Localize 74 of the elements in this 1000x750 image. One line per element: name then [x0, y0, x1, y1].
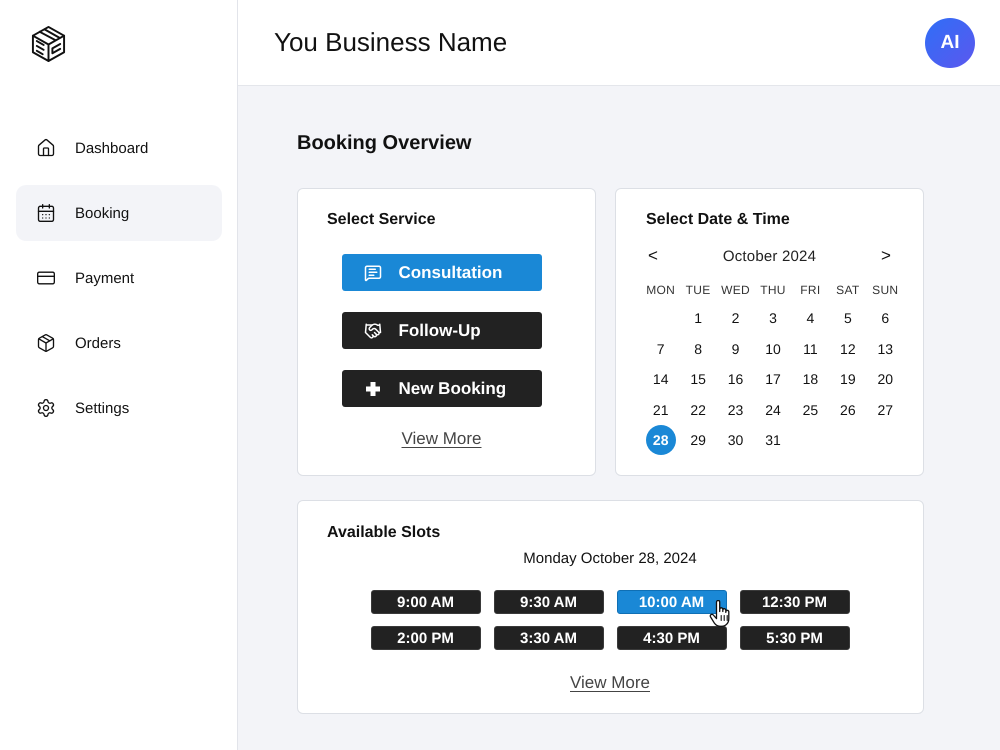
- calendar-day[interactable]: 5: [832, 303, 863, 334]
- sidebar-item[interactable]: Orders: [16, 315, 222, 371]
- weekday-label: MON: [646, 283, 676, 297]
- calendar-day[interactable]: 27: [870, 394, 900, 425]
- calendar-day[interactable]: 25: [795, 394, 826, 425]
- calendar-day[interactable]: 24: [758, 394, 788, 425]
- calendar-day[interactable]: 23: [720, 394, 751, 425]
- weekday-label: WED: [721, 283, 750, 297]
- time-slot-button[interactable]: 2:00 PM: [370, 626, 480, 650]
- weekday-label: SUN: [872, 283, 898, 297]
- calendar-day[interactable]: 1: [683, 303, 714, 334]
- calendar-day[interactable]: 16: [720, 364, 751, 394]
- calendar-day[interactable]: 18: [795, 364, 826, 394]
- time-slot-button[interactable]: 10:00 AM: [616, 590, 726, 614]
- calendar-day[interactable]: 19: [832, 364, 863, 394]
- calendar-day[interactable]: 31: [758, 425, 788, 456]
- sidebar-item[interactable]: Booking: [16, 185, 222, 241]
- service-button[interactable]: New Booking: [342, 370, 542, 407]
- calendar-day[interactable]: 29: [683, 425, 714, 456]
- calendar-day[interactable]: 17: [758, 364, 788, 394]
- calendar-day[interactable]: 8: [683, 334, 714, 364]
- cube-icon: [30, 25, 67, 62]
- time-slot-button[interactable]: 4:30 PM: [616, 626, 726, 650]
- weekday-label: THU: [760, 283, 786, 297]
- card-title: Available Slots: [327, 524, 440, 542]
- view-more-link[interactable]: View More: [402, 429, 482, 449]
- time-slot-button[interactable]: 5:30 PM: [740, 626, 850, 650]
- calendar-day[interactable]: 9: [720, 334, 751, 364]
- sidebar-item[interactable]: Dashboard: [16, 120, 222, 176]
- calendar-day[interactable]: 15: [683, 364, 714, 394]
- chat-icon: [364, 264, 382, 282]
- card-title: Select Service: [327, 211, 436, 229]
- sidebar-item[interactable]: Payment: [16, 250, 222, 306]
- sidebar-item[interactable]: Settings: [16, 380, 222, 436]
- next-month-button[interactable]: >: [879, 246, 893, 266]
- selected-date: Monday October 28, 2024: [523, 550, 697, 568]
- house-icon: [36, 138, 56, 158]
- time-slot-button[interactable]: 12:30 PM: [740, 590, 850, 614]
- card-title: Select Date & Time: [646, 211, 790, 229]
- page-title: Booking Overview: [297, 131, 472, 155]
- time-slot-button[interactable]: 3:30 AM: [494, 626, 604, 650]
- settings-icon: [36, 398, 56, 418]
- service-button[interactable]: Consultation: [342, 254, 542, 291]
- previous-month-button[interactable]: <: [646, 246, 660, 266]
- calendar-day[interactable]: 3: [758, 303, 788, 334]
- plus-icon: [364, 380, 382, 398]
- calendar-day[interactable]: 2: [720, 303, 751, 334]
- calendar-day[interactable]: 14: [646, 364, 676, 394]
- weekday-label: SAT: [836, 283, 860, 297]
- month-label: October 2024: [722, 248, 816, 264]
- calendar-day[interactable]: 6: [870, 303, 900, 334]
- avatar[interactable]: AI: [925, 18, 975, 68]
- calendar-day[interactable]: 13: [870, 334, 900, 364]
- calendar-day[interactable]: 22: [683, 394, 714, 425]
- calendar-day[interactable]: 10: [758, 334, 788, 364]
- view-more-link[interactable]: View More: [570, 673, 650, 693]
- box-icon: [36, 333, 56, 353]
- weekday-label: TUE: [686, 283, 711, 297]
- time-slot-button[interactable]: 9:00 AM: [370, 590, 480, 614]
- service-button[interactable]: Follow-Up: [342, 312, 542, 349]
- calendar-day[interactable]: 4: [795, 303, 826, 334]
- calendar-day[interactable]: 11: [795, 334, 826, 364]
- calendar-icon: [36, 203, 56, 223]
- weekday-label: FRI: [800, 283, 821, 297]
- handshake-icon: [364, 322, 382, 340]
- time-slot-button[interactable]: 9:30 AM: [494, 590, 604, 614]
- calendar-day[interactable]: 26: [832, 394, 863, 425]
- business-name: You Business Name: [274, 27, 508, 58]
- calendar-day[interactable]: 28: [646, 425, 676, 456]
- calendar-day[interactable]: 12: [832, 334, 863, 364]
- calendar-day[interactable]: 7: [646, 334, 676, 364]
- calendar-day[interactable]: 20: [870, 364, 900, 394]
- calendar-day[interactable]: 30: [720, 425, 751, 456]
- calendar-day[interactable]: 21: [646, 394, 676, 425]
